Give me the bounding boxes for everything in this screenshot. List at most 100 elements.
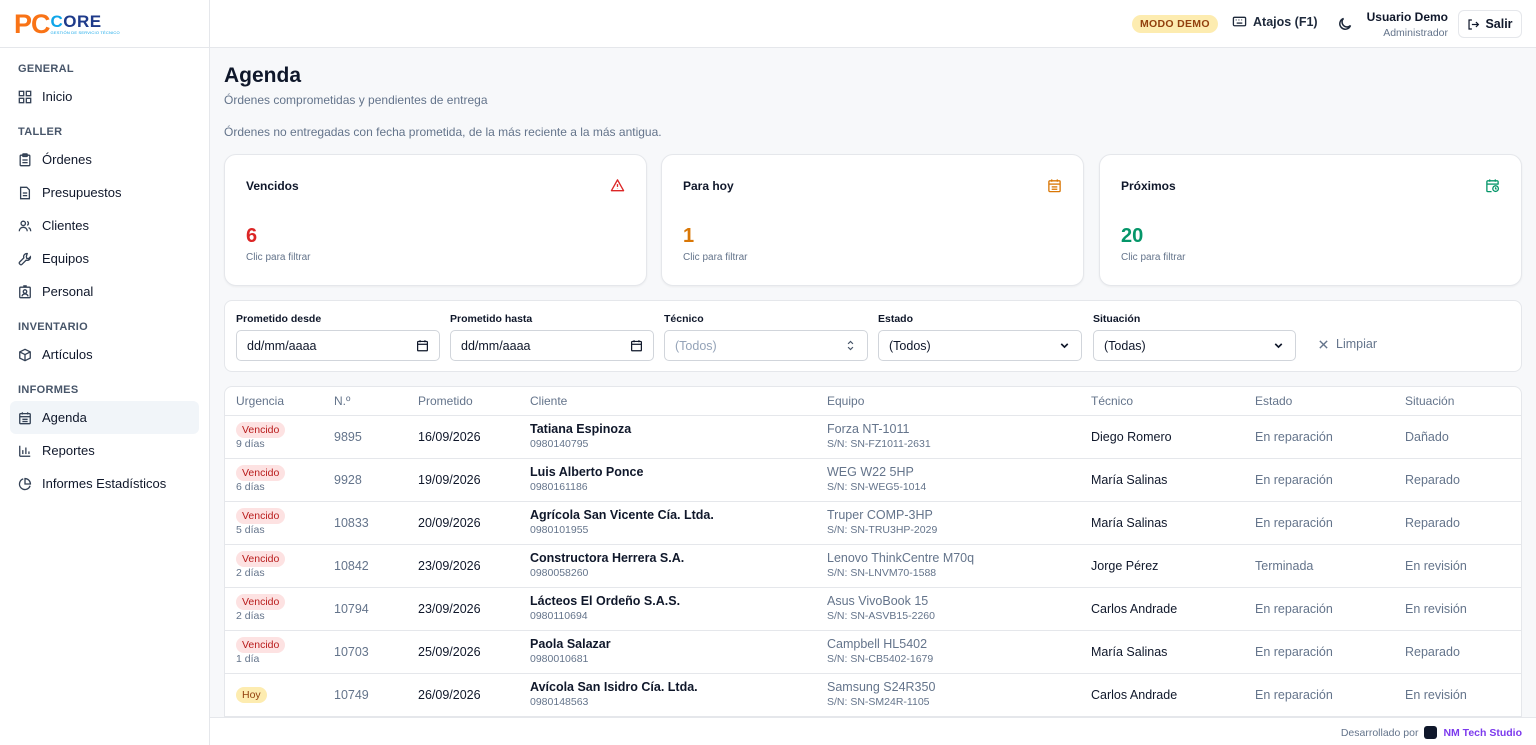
today-card[interactable]: Para hoy 1 Clic para filtrar (661, 154, 1084, 286)
filter-technician: Técnico (Todos) (664, 313, 868, 361)
technician-name: Carlos Andrade (1080, 587, 1244, 631)
order-status: En reparación (1244, 587, 1394, 631)
client-name: Avícola San Isidro Cía. Ltda. (530, 680, 698, 694)
situation-select[interactable]: (Todas) (1093, 330, 1296, 361)
date-from-input[interactable]: dd/mm/aaaa (236, 330, 440, 361)
moon-icon[interactable] (1337, 16, 1353, 32)
technician-name: María Salinas (1080, 630, 1244, 674)
app-logo[interactable]: PC CORE GESTIÓN DE SERVICIO TÉCNICO (0, 0, 209, 48)
sidebar-item-equipos[interactable]: Equipos (10, 242, 199, 275)
card-hint: Clic para filtrar (683, 252, 748, 263)
client-name: Constructora Herrera S.A. (530, 551, 685, 565)
logout-label: Salir (1485, 17, 1513, 31)
table-row[interactable]: Vencido 9 días 9895 16/09/2026 Tatiana Es… (225, 415, 1521, 459)
sidebar-item-clientes[interactable]: Clientes (10, 209, 199, 242)
table-row[interactable]: Vencido 2 días 10842 23/09/2026 Construct… (225, 544, 1521, 588)
equipment-name: Truper COMP-3HP (827, 508, 933, 522)
promised-date: 25/09/2026 (407, 630, 519, 674)
keyboard-icon (1232, 16, 1247, 27)
sidebar-item-articulos[interactable]: Artículos (10, 338, 199, 371)
client-phone: 0980101955 (530, 524, 589, 536)
column-header-equipment[interactable]: Equipo (816, 387, 1080, 416)
order-status: En reparación (1244, 630, 1394, 674)
file-text-icon (19, 186, 31, 199)
calendar-icon[interactable] (630, 339, 643, 352)
equipment-serial: S/N: SN-CB5402-1679 (827, 653, 934, 665)
column-header-client[interactable]: Cliente (519, 387, 816, 416)
column-header-situation[interactable]: Situación (1394, 387, 1521, 416)
client-name: Tatiana Espinoza (530, 422, 632, 436)
client-phone: 0980058260 (530, 567, 589, 579)
column-header-promised[interactable]: Prometido (407, 387, 519, 416)
shortcuts-button[interactable]: Atajos (F1) (1232, 14, 1318, 29)
sidebar-item-reportes[interactable]: Reportes (10, 434, 199, 467)
nav-section-general: GENERAL (18, 63, 74, 75)
overdue-card[interactable]: Vencidos 6 Clic para filtrar (224, 154, 647, 286)
table-row[interactable]: Vencido 6 días 9928 19/09/2026 Luis Alber… (225, 458, 1521, 502)
select-value: (Todos) (675, 338, 717, 353)
sidebar-nav: GENERAL Inicio TALLER Órdenes Presupuest… (0, 48, 209, 500)
table-row[interactable]: Hoy 10749 26/09/2026 Avícola San Isidro … (225, 673, 1521, 717)
page-subtitle: Órdenes comprometidas y pendientes de en… (224, 93, 488, 107)
promised-date: 23/09/2026 (407, 544, 519, 588)
order-number: 10703 (323, 630, 407, 674)
order-status: Terminada (1244, 544, 1394, 588)
filter-label: Prometido desde (236, 313, 322, 325)
technician-name: Carlos Andrade (1080, 673, 1244, 717)
technician-select[interactable]: (Todos) (664, 330, 868, 361)
bar-chart-icon (19, 445, 31, 457)
pie-chart-icon (18, 477, 32, 490)
sidebar-item-agenda[interactable]: Agenda (10, 401, 199, 434)
sidebar-item-label: Clientes (42, 218, 89, 233)
sidebar-item-label: Agenda (42, 410, 87, 425)
card-hint: Clic para filtrar (1121, 252, 1186, 263)
column-header-status[interactable]: Estado (1244, 387, 1394, 416)
card-value: 20 (1121, 225, 1144, 247)
sidebar-item-presupuestos[interactable]: Presupuestos (10, 176, 199, 209)
brand-logo-icon (1424, 726, 1438, 739)
page-title: Agenda (224, 64, 302, 87)
clear-filters-button[interactable]: Limpiar (1318, 337, 1377, 351)
filter-label: Estado (878, 313, 914, 325)
sidebar-item-label: Inicio (42, 89, 73, 104)
client-name: Agrícola San Vicente Cía. Ltda. (530, 508, 714, 522)
wrench-icon (18, 252, 32, 265)
column-header-urgency[interactable]: Urgencia (225, 387, 323, 416)
calendar-icon[interactable] (416, 339, 429, 352)
column-header-technician[interactable]: Técnico (1080, 387, 1244, 416)
client-name: Luis Alberto Ponce (530, 465, 644, 479)
user-info: Usuario Demo Administrador (1367, 10, 1448, 40)
table-row[interactable]: Vencido 1 día 10703 25/09/2026 Paola Sala… (225, 630, 1521, 674)
date-to-input[interactable]: dd/mm/aaaa (450, 330, 654, 361)
sidebar-item-inicio[interactable]: Inicio (10, 80, 199, 113)
top-bar: MODO DEMO Atajos (F1) Usuario Demo Admin… (210, 0, 1536, 48)
card-title: Próximos (1121, 179, 1176, 193)
alert-triangle-icon (610, 179, 625, 192)
id-badge-icon (19, 284, 31, 298)
upcoming-card[interactable]: Próximos 20 Clic para filtrar (1099, 154, 1522, 286)
user-name: Usuario Demo (1366, 10, 1448, 24)
logout-button[interactable]: Salir (1458, 10, 1522, 38)
calendar-clock-icon (1486, 179, 1500, 193)
clipboard-icon (19, 152, 31, 166)
urgency-badge: Vencido (236, 594, 286, 610)
shortcuts-label: Atajos (F1) (1253, 14, 1318, 29)
footer-brand-link[interactable]: NM Tech Studio (1443, 727, 1522, 739)
demo-mode-badge: MODO DEMO (1132, 15, 1218, 33)
filter-label: Técnico (664, 313, 704, 325)
promised-date: 16/09/2026 (407, 415, 519, 459)
card-value: 1 (683, 225, 695, 247)
sidebar-item-informes-estadisticos[interactable]: Informes Estadísticos (10, 467, 199, 500)
column-header-number[interactable]: N.º (323, 387, 407, 416)
order-number: 9895 (323, 415, 407, 459)
urgency-badge: Vencido (236, 465, 286, 481)
select-value: (Todos) (889, 338, 931, 353)
status-select[interactable]: (Todos) (878, 330, 1082, 361)
technician-name: Diego Romero (1080, 415, 1244, 459)
table-row[interactable]: Vencido 5 días 10833 20/09/2026 Agrícola … (225, 501, 1521, 545)
sidebar-item-personal[interactable]: Personal (10, 275, 199, 308)
sidebar-item-ordenes[interactable]: Órdenes (10, 143, 199, 176)
technician-name: Jorge Pérez (1080, 544, 1244, 588)
order-situation: En revisión (1394, 544, 1521, 588)
table-row[interactable]: Vencido 2 días 10794 23/09/2026 Lácteos E… (225, 587, 1521, 631)
